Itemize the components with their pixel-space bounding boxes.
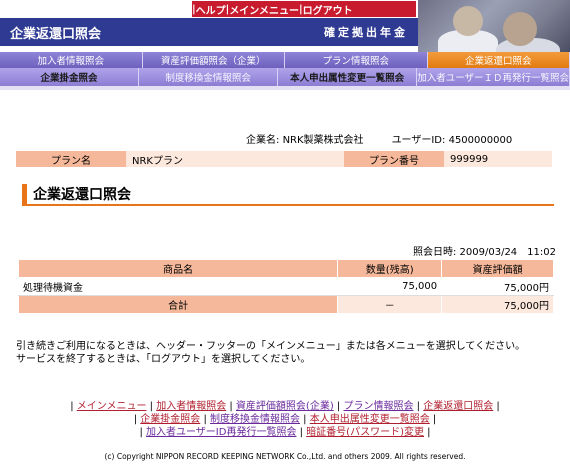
logout-link[interactable]: ログアウト	[303, 2, 353, 17]
total-valuation: 75,000円	[441, 295, 554, 314]
plan-number-label: プラン番号	[344, 151, 444, 167]
menu-attribute-change[interactable]: 本人申出属性変更一覧照会	[278, 68, 418, 86]
title-bar: 企業返還口照会 確定拠出年金	[0, 18, 418, 46]
total-row: 合計 － 75,000円	[17, 295, 554, 314]
company-label: 企業名:	[246, 135, 280, 146]
holdings-table: 商品名 数量(残高) 資産評価額 処理待機資金 75,000 75,000円 合…	[17, 259, 554, 314]
footer-attribute-change[interactable]: 本人申出属性変更一覧照会	[310, 414, 430, 425]
footer-nav: | メインメニュー | 加入者情報照会 | 資産評価額照会(企業) | プラン情…	[70, 401, 500, 438]
footer-userid-reissue[interactable]: 加入者ユーザーID再発行一覧照会	[146, 427, 296, 438]
plan-name-value: NRKプラン	[126, 151, 344, 167]
user-id-value: 4500000000	[448, 135, 513, 146]
total-quantity: －	[337, 295, 443, 314]
table-row: 処理待機資金 75,000 75,000円	[17, 277, 554, 296]
menu-company-contribution[interactable]: 企業掛金照会	[0, 68, 140, 86]
main-menu-row2: 企業掛金照会 制度移換金情報照会 本人申出属性変更一覧照会 加入者ユーザーＩＤ再…	[0, 68, 570, 86]
guidance-message: 引き続きご利用になるときは、ヘッダー・フッターの「メインメニュー」または各メニュ…	[16, 340, 525, 366]
footer-company-contribution[interactable]: 企業掛金照会	[140, 414, 200, 425]
menu-transfer-info[interactable]: 制度移換金情報照会	[139, 68, 279, 86]
inquiry-datetime: 照会日時: 2009/03/24 11:02	[413, 243, 556, 258]
datetime-value: 2009/03/24 11:02	[459, 247, 556, 258]
copyright: (c) Copyright NIPPON RECORD KEEPING NETW…	[104, 452, 466, 461]
footer-transfer-info[interactable]: 制度移換金情報照会	[210, 414, 300, 425]
company-value: NRK製薬株式会社	[282, 135, 364, 146]
footer-plan-info[interactable]: プラン情報照会	[343, 401, 413, 412]
menu-divider	[0, 86, 570, 90]
menu-company-return[interactable]: 企業返還口照会	[427, 52, 570, 68]
datetime-label: 照会日時:	[412, 247, 457, 258]
main-menu-link[interactable]: メインメニュー	[229, 2, 299, 17]
footer-password-change[interactable]: 暗証番号(パスワード)変更	[306, 427, 424, 438]
guidance-line-2: サービスを終了するときは、「ログアウト」を選択してください。	[16, 354, 311, 365]
top-bar: | ヘルプ | メインメニュー | ログアウト	[0, 0, 418, 18]
col-quantity: 数量(残高)	[337, 259, 443, 278]
menu-member-info[interactable]: 加入者情報照会	[0, 52, 143, 68]
menu-userid-reissue[interactable]: 加入者ユーザーＩＤ再発行一覧照会	[417, 68, 570, 86]
cell-valuation: 75,000円	[441, 277, 554, 296]
user-id-label: ユーザーID:	[391, 135, 446, 146]
menu-plan-info[interactable]: プラン情報照会	[285, 52, 428, 68]
col-valuation: 資産評価額	[441, 259, 554, 278]
plan-number-value: 999999	[444, 151, 552, 167]
footer-member-info[interactable]: 加入者情報照会	[156, 401, 226, 412]
footer-main-menu[interactable]: メインメニュー	[77, 401, 147, 412]
plan-info-row: プラン名 NRKプラン プラン番号 999999	[16, 151, 552, 167]
service-title: 確定拠出年金	[324, 26, 408, 39]
table-header-row: 商品名 数量(残高) 資産評価額	[17, 259, 554, 278]
footer-company-return[interactable]: 企業返還口照会	[423, 401, 493, 412]
page-title: 企業返還口照会	[10, 26, 102, 42]
menu-asset-valuation[interactable]: 資産評価額照会（企業）	[142, 52, 285, 68]
guidance-line-1: 引き続きご利用になるときは、ヘッダー・フッターの「メインメニュー」または各メニュ…	[16, 341, 526, 352]
help-link[interactable]: ヘルプ	[196, 2, 226, 17]
company-info: 企業名: NRK製薬株式会社 ユーザーID: 4500000000	[246, 131, 512, 146]
header-photo	[418, 0, 570, 52]
total-label: 合計	[17, 295, 339, 314]
section-title: 企業返還口照会	[22, 184, 554, 206]
main-menu-row1: 加入者情報照会 資産評価額照会（企業） プラン情報照会 企業返還口照会	[0, 52, 570, 68]
utility-nav: | ヘルプ | メインメニュー | ログアウト	[192, 1, 416, 17]
footer-asset-valuation[interactable]: 資産評価額照会(企業)	[236, 401, 334, 412]
cell-product: 処理待機資金	[17, 277, 339, 296]
cell-quantity: 75,000	[337, 277, 443, 296]
plan-name-label: プラン名	[16, 151, 126, 167]
col-product: 商品名	[17, 259, 339, 278]
